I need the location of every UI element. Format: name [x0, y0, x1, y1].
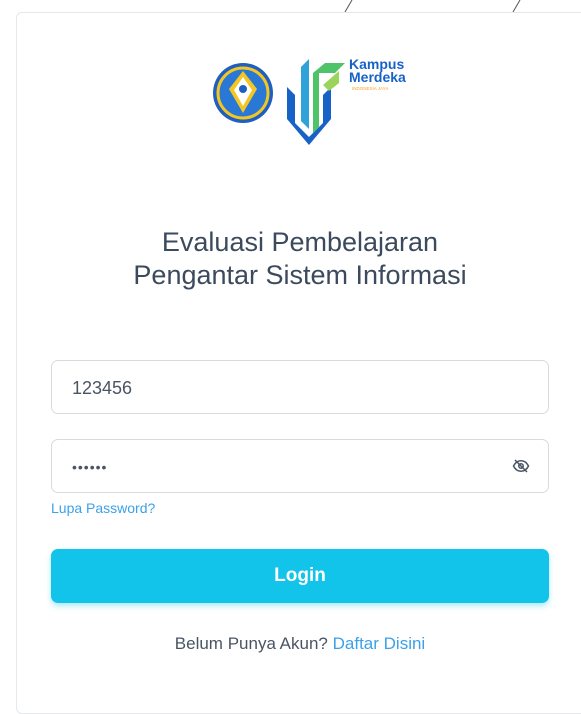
merdeka-text: Merdeka — [349, 69, 406, 85]
logos: Kampus Merdeka INDONESIA JAYA — [213, 56, 406, 145]
login-button[interactable]: Login — [51, 549, 549, 603]
forgot-password-link[interactable]: Lupa Password? — [51, 500, 155, 516]
tut-wuri-handayani-logo — [213, 63, 273, 123]
username-input[interactable] — [70, 361, 494, 415]
eye-off-icon[interactable] — [512, 457, 530, 475]
login-card: Kampus Merdeka INDONESIA JAYA Evaluasi P… — [16, 12, 581, 714]
register-prompt-text: Belum Punya Akun? — [174, 634, 328, 653]
indonesia-jaya-text: INDONESIA JAYA — [352, 86, 388, 91]
register-prompt: Belum Punya Akun? Daftar Disini — [51, 634, 549, 654]
register-link[interactable]: Daftar Disini — [333, 634, 426, 653]
page-title: Evaluasi Pembelajaran Pengantar Sistem I… — [51, 226, 549, 292]
kampus-merdeka-logo — [287, 59, 345, 145]
title-line-1: Evaluasi Pembelajaran — [161, 227, 439, 257]
password-field[interactable] — [51, 439, 549, 494]
username-field[interactable] — [51, 360, 549, 415]
title-line-2: Pengantar Sistem Informasi — [133, 260, 467, 290]
password-input[interactable] — [70, 440, 494, 494]
